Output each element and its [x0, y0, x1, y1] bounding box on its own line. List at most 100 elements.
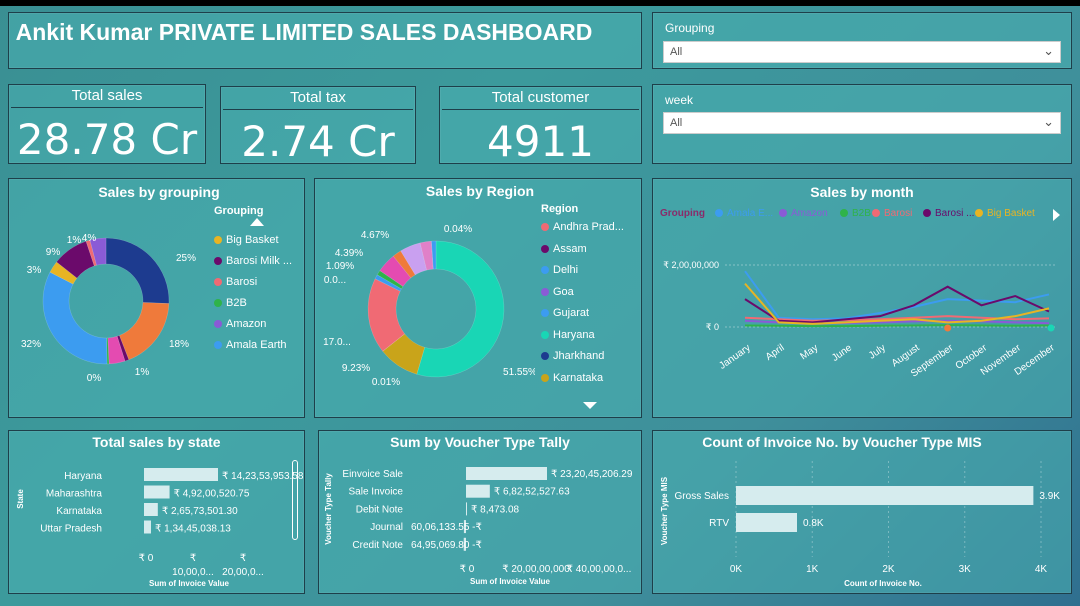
data-label: ₹ 2,65,73,501.30: [162, 506, 238, 517]
legend-dot-icon: [541, 223, 549, 232]
category-label: Karnataka: [56, 506, 102, 517]
x-tick-label: ₹: [240, 553, 246, 564]
grouping-dropdown-value: All: [670, 46, 683, 58]
voucher-tally-bar-chart: Einvoice Sale ₹ 23,20,45,206.29 Sale Invoi…: [324, 467, 633, 586]
legend-title: Grouping: [214, 205, 264, 217]
donut-data-label: 0%: [87, 373, 102, 384]
legend-item[interactable]: Gujarat: [541, 307, 589, 319]
sales-by-grouping-panel: Sales by grouping 25% 18% 1% 0% 32% 3% 9% 1% 4% …: [8, 178, 305, 418]
chart-title: Sales by month: [810, 184, 914, 200]
legend-label: Amazon: [791, 208, 828, 219]
donut-slice: [105, 237, 170, 304]
legend-dot-icon: [779, 209, 787, 218]
legend-item[interactable]: Goa: [541, 286, 574, 298]
divider: [223, 109, 413, 110]
legend-label: Barosi: [884, 208, 913, 219]
legend-item[interactable]: Barosi ...: [923, 208, 974, 219]
legend-item[interactable]: Barosi Milk ...: [214, 255, 292, 267]
x-tick-label: 1K: [806, 564, 819, 575]
data-label: 3.9K: [1039, 491, 1060, 502]
legend-label: Barosi Milk ...: [226, 255, 293, 267]
kpi-label: Total sales: [71, 87, 143, 104]
category-label: RTV: [709, 518, 729, 529]
legend-item[interactable]: Assam: [541, 243, 587, 255]
legend-item[interactable]: Amala Earth: [214, 339, 287, 351]
x-tick-label: July: [867, 342, 888, 361]
legend-item[interactable]: Barosi: [214, 276, 257, 288]
donut-data-label: 32%: [21, 339, 41, 350]
grouping-dropdown[interactable]: All ⌄: [663, 41, 1061, 63]
legend-label: Haryana: [553, 328, 595, 341]
bar: [466, 502, 467, 516]
divider: [442, 109, 639, 110]
legend-item[interactable]: Big Basket: [975, 208, 1035, 219]
scrollbar[interactable]: [292, 460, 298, 540]
sort-triangle-icon[interactable]: [250, 218, 264, 226]
bar: [144, 485, 170, 499]
legend-item[interactable]: Amazon: [779, 208, 828, 219]
donut-data-label: 3%: [27, 265, 42, 276]
legend-item[interactable]: Amala E...: [715, 208, 773, 219]
legend-dot-icon: [541, 352, 549, 361]
legend-item[interactable]: Haryana: [541, 329, 595, 341]
legend-dot-icon: [214, 320, 222, 329]
page-title: Ankit Kumar PRIVATE LIMITED SALES DASHBO…: [15, 19, 593, 45]
legend-item[interactable]: B2B: [214, 297, 247, 309]
grouping-filter-panel: Grouping All ⌄: [652, 12, 1072, 69]
legend-dot-icon: [975, 209, 983, 218]
category-label: Maharashtra: [46, 489, 103, 500]
donut-data-label: 0.0...: [324, 275, 346, 286]
kpi-value: 4911: [487, 117, 594, 166]
week-dropdown[interactable]: All ⌄: [663, 112, 1061, 134]
data-label: 64,95,069.80 -₹: [411, 540, 482, 551]
legend-dot-icon: [541, 287, 549, 296]
legend-item[interactable]: Karnataka: [541, 372, 603, 384]
legend-label: B2B: [852, 208, 871, 219]
x-tick-label: 4K: [1035, 564, 1048, 575]
legend-label: Karnataka: [553, 371, 604, 384]
data-label: ₹ 23,20,45,206.29: [551, 469, 633, 480]
legend-item[interactable]: Amazon: [214, 318, 266, 330]
donut-data-label: 17.0...: [323, 337, 351, 348]
legend-item[interactable]: B2B: [840, 208, 871, 219]
legend-label: Barosi: [226, 276, 258, 288]
region-donut-chart: 4.67% 0.04% 4.39% 1.09% 0.0... 17.0... 9.23%0.…: [323, 224, 535, 388]
category-label: Einvoice Sale: [342, 469, 403, 480]
category-label: Uttar Pradesh: [40, 524, 102, 535]
x-tick-label: 3K: [959, 564, 972, 575]
scroll-down-triangle-icon[interactable]: [583, 402, 597, 409]
donut-slice: [119, 302, 170, 361]
legend-dot-icon: [214, 299, 222, 308]
legend-item[interactable]: Big Basket: [214, 234, 279, 246]
chart-title: Sales by grouping: [98, 184, 220, 200]
donut-data-label: 25%: [176, 253, 196, 264]
legend-item[interactable]: Jharkhand: [541, 350, 604, 362]
week-filter-panel: week All ⌄: [652, 84, 1072, 164]
legend-title: Region: [541, 203, 579, 215]
y-axis-title: State: [16, 489, 25, 509]
legend-dot-icon: [541, 330, 549, 339]
legend-item[interactable]: Andhra Prad...: [541, 221, 624, 233]
legend-label: Amazon: [226, 318, 267, 330]
x-tick-label: ₹ 0: [139, 553, 154, 564]
donut-data-label: 18%: [169, 339, 189, 350]
chevron-down-icon: ⌄: [1043, 43, 1054, 58]
week-filter-label: week: [665, 93, 694, 107]
legend-item[interactable]: Delhi: [541, 264, 578, 276]
x-tick-label: ₹: [190, 553, 196, 564]
legend-item[interactable]: Barosi: [872, 208, 912, 219]
x-tick-label: 2K: [882, 564, 895, 575]
legend-label: Big Basket: [226, 234, 279, 246]
data-point: [944, 324, 952, 332]
x-tick-label: ₹ 0: [460, 564, 475, 575]
bar: [466, 484, 490, 498]
legend-dot-icon: [541, 373, 549, 382]
x-tick-label: ₹ 20,00,00,000: [502, 564, 570, 575]
y-tick-label: ₹ 0: [706, 322, 719, 332]
total-sales-by-state-panel: Total sales by state Haryana ₹ 14,23,53,9…: [8, 430, 305, 594]
x-tick-label: 20,00,0...: [222, 567, 264, 578]
legend-label: Delhi: [553, 264, 579, 276]
data-label: ₹ 8,473.08: [471, 504, 520, 515]
bar: [736, 486, 1034, 505]
legend-label: Goa: [553, 285, 574, 298]
